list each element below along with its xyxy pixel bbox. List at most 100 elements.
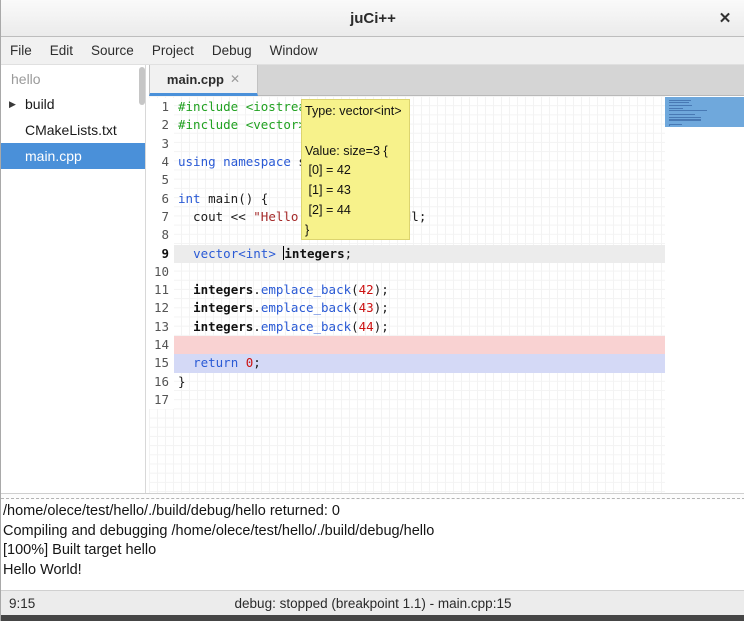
code-line: 9 vector<int> integers;	[149, 245, 744, 263]
tooltip-line	[305, 122, 406, 142]
tree-item-main-cpp[interactable]: main.cpp	[1, 143, 145, 169]
menu-item-source[interactable]: Source	[82, 37, 143, 65]
code-text[interactable]: integers.emplace_back(43);	[174, 299, 665, 317]
code-token: integers	[193, 319, 253, 334]
code-token: main() {	[201, 191, 269, 206]
close-icon[interactable]: ✕	[715, 9, 735, 29]
line-number[interactable]: 14	[149, 336, 174, 354]
code-text[interactable]: vector<int> integers;	[174, 245, 665, 263]
code-line: 6int main() {	[149, 190, 744, 208]
code-line: 2 #include <vector>	[149, 116, 744, 134]
code-editor[interactable]: 1#include <iostream>2#include <vector>34…	[149, 96, 744, 493]
code-line: 13 integers.emplace_back(44);	[149, 318, 744, 336]
output-line: [100%] Built target hello	[3, 541, 743, 561]
minimap[interactable]	[665, 96, 744, 493]
tooltip-line: [0] = 42	[305, 161, 406, 181]
line-number[interactable]: 16	[149, 373, 174, 391]
code-token: #include <vector>	[178, 117, 306, 132]
menu-item-edit[interactable]: Edit	[41, 37, 82, 65]
minimap-code-line	[669, 124, 682, 125]
line-number[interactable]: 13	[149, 318, 174, 336]
code-text[interactable]: #include <vector>	[174, 116, 665, 134]
code-line: 8	[149, 226, 744, 244]
tab-close-icon[interactable]: ✕	[230, 72, 240, 86]
menu-item-project[interactable]: Project	[143, 37, 203, 65]
title-bar[interactable]: juCi++ ✕	[1, 0, 744, 37]
code-text[interactable]	[174, 263, 665, 281]
line-number[interactable]: 4	[149, 153, 174, 171]
code-text[interactable]: #include <iostream>	[174, 98, 665, 116]
expander-triangle-icon[interactable]: ▶	[9, 91, 16, 117]
code-token: emplace_back	[261, 300, 351, 315]
code-text[interactable]	[174, 171, 665, 189]
code-text[interactable]: }	[174, 373, 665, 391]
code-text[interactable]: integers.emplace_back(42);	[174, 281, 665, 299]
code-token: int	[178, 191, 201, 206]
code-token: 42	[359, 282, 374, 297]
line-number[interactable]: 17	[149, 391, 174, 409]
code-line: 7 cout << "Hello World!" << endl;	[149, 208, 744, 226]
tree-item-build[interactable]: ▶build	[1, 91, 145, 117]
code-text[interactable]	[174, 226, 665, 244]
code-token: cout <<	[178, 209, 253, 224]
window-title: juCi++	[350, 10, 396, 27]
line-number[interactable]: 10	[149, 263, 174, 281]
line-number[interactable]: 3	[149, 135, 174, 153]
line-number[interactable]: 6	[149, 190, 174, 208]
minimap-code-line	[669, 102, 689, 103]
output-panel[interactable]: /home/olece/test/hello/./build/debug/hel…	[1, 500, 744, 590]
minimap-code-line	[669, 110, 707, 111]
tab-label: main.cpp	[167, 72, 224, 87]
code-text[interactable]: return 0;	[174, 354, 665, 372]
line-number[interactable]: 12	[149, 299, 174, 317]
pane-separator[interactable]	[1, 493, 744, 500]
code-text[interactable]	[174, 336, 665, 354]
tree-item-cmakelists-txt[interactable]: CMakeLists.txt	[1, 117, 145, 143]
line-number[interactable]: 9	[149, 245, 174, 263]
line-number[interactable]: 5	[149, 171, 174, 189]
sidebar-scrollbar[interactable]	[139, 67, 145, 105]
code-line: 10	[149, 263, 744, 281]
menu-item-window[interactable]: Window	[261, 37, 327, 65]
tree-item-label: CMakeLists.txt	[25, 122, 117, 138]
file-tree: ▶build CMakeLists.txt main.cpp	[1, 91, 145, 169]
code-token: .	[253, 282, 261, 297]
minimap-code-line	[669, 125, 670, 126]
menu-item-file[interactable]: File	[1, 37, 41, 65]
code-text[interactable]: int main() {	[174, 190, 665, 208]
menu-bar: FileEditSourceProjectDebugWindow	[1, 37, 744, 65]
code-token: (	[351, 319, 359, 334]
line-number[interactable]: 11	[149, 281, 174, 299]
code-text[interactable]	[174, 391, 665, 409]
file-tree-sidebar[interactable]: hello ▶build CMakeLists.txt main.cpp	[1, 65, 146, 493]
code-text[interactable]: using namespace std;	[174, 153, 665, 171]
line-number[interactable]: 1	[149, 98, 174, 116]
project-name-entry[interactable]: hello	[1, 67, 145, 91]
code-text[interactable]: integers.emplace_back(44);	[174, 318, 665, 336]
minimap-viewport[interactable]	[665, 97, 744, 127]
line-number[interactable]: 8	[149, 226, 174, 244]
code-token: }	[178, 374, 186, 389]
debug-status-label: debug: stopped (breakpoint 1.1) - main.c…	[1, 591, 744, 616]
code-line: 15 return 0;	[149, 354, 744, 372]
code-line: 16}	[149, 373, 744, 391]
code-line: 5	[149, 171, 744, 189]
code-token: emplace_back	[261, 282, 351, 297]
status-bar: 9:15 debug: stopped (breakpoint 1.1) - m…	[1, 590, 744, 615]
menu-item-debug[interactable]: Debug	[203, 37, 261, 65]
tab-main-cpp[interactable]: main.cpp ✕	[149, 65, 258, 96]
code-text[interactable]: cout << "Hello World!" << endl;	[174, 208, 665, 226]
code-line: 14	[149, 336, 744, 354]
tooltip-line: }	[305, 221, 406, 240]
code-line: 1#include <iostream>	[149, 98, 744, 116]
code-token	[178, 246, 193, 261]
line-number[interactable]: 7	[149, 208, 174, 226]
code-line: 4using namespace std;	[149, 153, 744, 171]
line-number[interactable]: 2	[149, 116, 174, 134]
code-token: using namespace	[178, 154, 291, 169]
minimap-code-line	[669, 105, 692, 106]
code-line: 12 integers.emplace_back(43);	[149, 299, 744, 317]
code-text[interactable]	[174, 135, 665, 153]
line-number[interactable]: 15	[149, 354, 174, 372]
code-token: );	[374, 300, 389, 315]
